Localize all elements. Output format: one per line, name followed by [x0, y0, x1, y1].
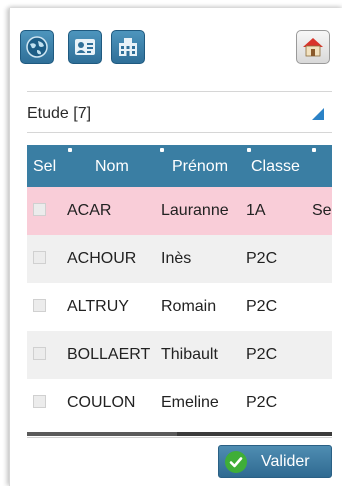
cell-classe: P2C [246, 346, 278, 363]
globe-icon [25, 35, 49, 59]
row-checkbox[interactable] [33, 299, 46, 312]
cell-nom: COULON [67, 394, 136, 411]
table-row[interactable]: BOLLAERT Thibault P2C [27, 331, 332, 379]
filter-select[interactable]: Etude [7] [27, 96, 332, 132]
check-icon [225, 451, 247, 473]
column-header-prenom[interactable]: Prénom [172, 158, 228, 176]
building-icon [116, 35, 140, 59]
separator [27, 132, 332, 133]
column-header-sel[interactable]: Sel [33, 158, 56, 176]
contact-card-icon [73, 35, 97, 59]
scrollbar-thumb[interactable] [27, 432, 177, 436]
table-row[interactable]: COULON Emeline P2C [27, 379, 332, 427]
cell-prenom: Thibault [161, 346, 218, 363]
cell-prenom: Romain [161, 298, 217, 315]
cell-nom: ALTRUY [67, 298, 129, 315]
cell-nom: ACAR [67, 202, 112, 219]
home-icon [301, 35, 325, 59]
table-header: Sel Nom Prénom Classe [27, 145, 332, 187]
dropdown-arrow-icon[interactable] [312, 108, 324, 120]
cell-classe: P2C [246, 298, 278, 315]
toolbar [20, 19, 342, 65]
cell-classe: 1A [246, 202, 266, 219]
table-row[interactable]: ACHOUR Inès P2C [27, 235, 332, 283]
table-row[interactable]: ACAR Lauranne 1A Se [27, 187, 332, 235]
students-table: Sel Nom Prénom Classe ACAR Lauranne 1A S… [27, 145, 332, 437]
row-checkbox[interactable] [33, 347, 46, 360]
row-checkbox[interactable] [33, 203, 46, 216]
column-header-nom[interactable]: Nom [95, 158, 129, 176]
separator [27, 437, 332, 438]
cell-nom: BOLLAERT [67, 346, 151, 363]
cell-nom: ACHOUR [67, 250, 137, 267]
sort-indicator-icon [247, 148, 251, 152]
sort-indicator-icon [68, 148, 72, 152]
building-button[interactable] [111, 30, 145, 64]
table-row[interactable]: ALTRUY Romain P2C [27, 283, 332, 331]
separator [27, 91, 332, 92]
cell-extra: Se [312, 202, 332, 219]
cell-prenom: Inès [161, 250, 192, 267]
column-header-classe[interactable]: Classe [251, 158, 300, 176]
validate-button-label: Valider [261, 453, 310, 470]
validate-button[interactable]: Valider [218, 445, 332, 478]
globe-button[interactable] [20, 30, 54, 64]
sort-indicator-icon [160, 148, 164, 152]
row-checkbox[interactable] [33, 395, 46, 408]
cell-classe: P2C [246, 394, 278, 411]
row-checkbox[interactable] [33, 251, 46, 264]
sort-indicator-icon [312, 148, 316, 152]
filter-selected-value: Etude [7] [27, 105, 92, 122]
home-button[interactable] [296, 30, 330, 64]
cell-prenom: Emeline [161, 394, 219, 411]
cell-classe: P2C [246, 250, 278, 267]
contact-card-button[interactable] [68, 30, 102, 64]
cell-prenom: Lauranne [161, 202, 229, 219]
horizontal-scrollbar[interactable] [27, 432, 332, 436]
